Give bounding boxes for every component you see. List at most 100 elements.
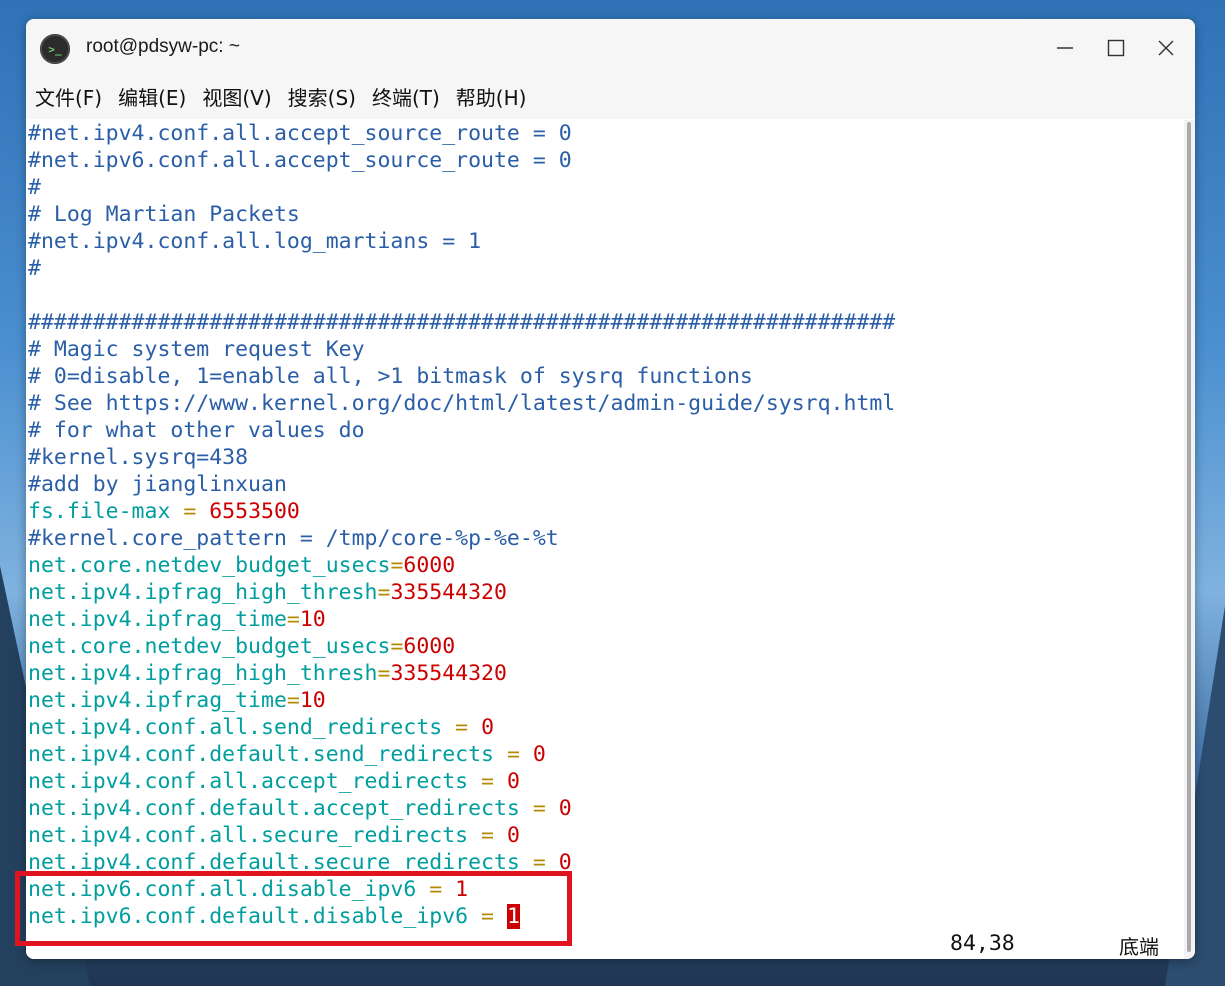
menu-search[interactable]: 搜索(S) — [280, 77, 364, 119]
setting-operator: = — [170, 499, 210, 524]
terminal-window: >_ root@pdsyw-pc: ~ 文件(F) 编辑(E) 视图(V) 搜索… — [26, 19, 1195, 959]
comment-text: # for what other values do — [28, 418, 365, 443]
comment-text: #net.ipv4.conf.all.accept_source_route =… — [28, 121, 572, 146]
comment-text: ########################################… — [28, 310, 896, 335]
terminal-line: #net.ipv4.conf.all.accept_source_route =… — [26, 120, 1184, 147]
setting-key: net.ipv4.ipfrag_time — [28, 688, 287, 713]
comment-text: # See https://www.kernel.org/doc/html/la… — [28, 391, 896, 416]
comment-text: #net.ipv6.conf.all.accept_source_route =… — [28, 148, 572, 173]
comment-text: # Log Martian Packets — [28, 202, 300, 227]
terminal-line: # See https://www.kernel.org/doc/html/la… — [26, 390, 1184, 417]
close-icon — [1158, 40, 1174, 56]
menu-view[interactable]: 视图(V) — [194, 77, 279, 119]
terminal-line: # Magic system request Key — [26, 336, 1184, 363]
setting-operator: = — [468, 823, 507, 848]
terminal-line: ########################################… — [26, 309, 1184, 336]
setting-value: 335544320 — [390, 661, 507, 686]
setting-operator: = — [377, 580, 391, 605]
terminal-line: #add by jianglinxuan — [26, 471, 1184, 498]
setting-value: 0 — [532, 742, 546, 767]
close-button[interactable] — [1149, 32, 1183, 64]
setting-operator: = — [286, 607, 300, 632]
terminal-line: # Log Martian Packets — [26, 201, 1184, 228]
vertical-scrollbar[interactable] — [1184, 120, 1195, 959]
terminal-line: net.ipv4.conf.default.accept_redirects =… — [26, 795, 1184, 822]
setting-key: net.ipv4.ipfrag_high_thresh — [28, 580, 378, 605]
terminal-content[interactable]: #net.ipv4.conf.all.accept_source_route =… — [26, 120, 1184, 959]
minimize-button[interactable] — [1048, 32, 1082, 64]
terminal-line: # — [26, 255, 1184, 282]
setting-operator: = — [286, 688, 300, 713]
terminal-line: #net.ipv6.conf.all.accept_source_route =… — [26, 147, 1184, 174]
cursor-position: 84,38 — [950, 931, 1015, 956]
highlight-annotation-box — [15, 871, 572, 946]
setting-operator: = — [494, 742, 533, 767]
setting-key: fs.file-max — [28, 499, 171, 524]
setting-value: 6000 — [403, 553, 456, 578]
setting-value: 10 — [299, 688, 326, 713]
comment-text: #net.ipv4.conf.all.log_martians = 1 — [28, 229, 482, 254]
terminal-line: net.core.netdev_budget_usecs=6000 — [26, 552, 1184, 579]
terminal-line: net.ipv4.ipfrag_high_thresh=335544320 — [26, 660, 1184, 687]
setting-key: net.ipv4.conf.all.send_redirects — [28, 715, 443, 740]
terminal-line: net.ipv4.conf.all.secure_redirects = 0 — [26, 822, 1184, 849]
menu-help[interactable]: 帮助(H) — [448, 77, 535, 119]
terminal-line: # for what other values do — [26, 417, 1184, 444]
comment-text: # — [28, 175, 41, 200]
comment-text: # — [28, 256, 41, 281]
setting-value: 335544320 — [390, 580, 507, 605]
window-title: root@pdsyw-pc: ~ — [86, 36, 240, 57]
terminal-line: #net.ipv4.conf.all.log_martians = 1 — [26, 228, 1184, 255]
comment-text: #kernel.core_pattern = /tmp/core-%p-%e-%… — [28, 526, 559, 551]
setting-operator: = — [468, 769, 507, 794]
terminal-line: # 0=disable, 1=enable all, >1 bitmask of… — [26, 363, 1184, 390]
setting-operator: = — [390, 634, 404, 659]
terminal-line: net.ipv4.ipfrag_time=10 — [26, 687, 1184, 714]
menu-edit[interactable]: 编辑(E) — [110, 77, 194, 119]
terminal-line: net.ipv4.conf.default.send_redirects = 0 — [26, 741, 1184, 768]
setting-value: 10 — [299, 607, 326, 632]
setting-value: 0 — [481, 715, 495, 740]
terminal-line: net.ipv4.ipfrag_time=10 — [26, 606, 1184, 633]
setting-value: 0 — [506, 769, 520, 794]
minimize-icon — [1057, 47, 1073, 49]
menu-file[interactable]: 文件(F) — [26, 77, 110, 119]
scroll-position-indicator: 底端 — [1119, 935, 1159, 959]
setting-key: net.ipv4.conf.default.send_redirects — [28, 742, 494, 767]
terminal-line: net.ipv4.conf.all.accept_redirects = 0 — [26, 768, 1184, 795]
setting-key: net.core.netdev_budget_usecs — [28, 553, 391, 578]
setting-key: net.ipv4.ipfrag_time — [28, 607, 287, 632]
comment-text: #add by jianglinxuan — [28, 472, 287, 497]
maximize-button[interactable] — [1099, 32, 1133, 64]
setting-value: 0 — [506, 823, 520, 848]
setting-key: net.ipv4.conf.all.secure_redirects — [28, 823, 469, 848]
comment-text: # 0=disable, 1=enable all, >1 bitmask of… — [28, 364, 753, 389]
setting-operator: = — [377, 661, 391, 686]
terminal-line: fs.file-max = 6553500 — [26, 498, 1184, 525]
terminal-line: #kernel.sysrq=438 — [26, 444, 1184, 471]
terminal-line: net.ipv4.conf.all.send_redirects = 0 — [26, 714, 1184, 741]
setting-operator: = — [519, 796, 559, 821]
terminal-line: #kernel.core_pattern = /tmp/core-%p-%e-%… — [26, 525, 1184, 552]
setting-key: net.ipv4.conf.default.accept_redirects — [28, 796, 520, 821]
menu-terminal[interactable]: 终端(T) — [364, 77, 448, 119]
setting-operator: = — [442, 715, 482, 740]
setting-operator: = — [390, 553, 404, 578]
setting-value: 6553500 — [209, 499, 300, 524]
setting-key: net.ipv4.conf.all.accept_redirects — [28, 769, 469, 794]
terminal-icon: >_ — [40, 34, 70, 64]
comment-text: # Magic system request Key — [28, 337, 365, 362]
terminal-line: net.ipv4.ipfrag_high_thresh=335544320 — [26, 579, 1184, 606]
maximize-icon — [1107, 39, 1125, 57]
terminal-line: # — [26, 174, 1184, 201]
menu-bar: 文件(F) 编辑(E) 视图(V) 搜索(S) 终端(T) 帮助(H) — [26, 77, 1195, 119]
comment-text: #kernel.sysrq=438 — [28, 445, 249, 470]
scrollbar-thumb[interactable] — [1187, 122, 1191, 952]
setting-value: 6000 — [403, 634, 456, 659]
setting-key: net.core.netdev_budget_usecs — [28, 634, 391, 659]
title-bar[interactable]: >_ root@pdsyw-pc: ~ — [26, 19, 1195, 77]
setting-value: 0 — [558, 796, 572, 821]
terminal-line: net.core.netdev_budget_usecs=6000 — [26, 633, 1184, 660]
setting-key: net.ipv4.ipfrag_high_thresh — [28, 661, 378, 686]
